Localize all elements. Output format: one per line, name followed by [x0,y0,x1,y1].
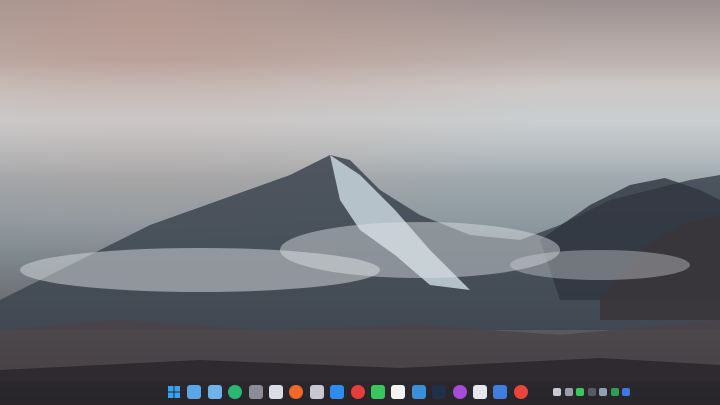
app-purple-icon[interactable] [452,385,467,399]
file-explorer-icon[interactable] [269,385,283,399]
chrome-icon[interactable] [513,385,528,399]
netease-music-icon[interactable] [350,385,365,399]
edge-browser-icon[interactable] [228,385,243,399]
tray-shield-icon[interactable] [599,388,607,396]
tray-dark-icon[interactable] [587,388,596,396]
tray-app-icon[interactable] [553,388,561,396]
tray-green-icon[interactable] [610,388,619,396]
settings-gear-icon[interactable] [248,385,263,399]
mail-icon[interactable] [207,385,222,399]
typora-icon[interactable] [391,385,406,399]
desktop-wallpaper [0,0,720,405]
cloud-icon[interactable] [330,385,345,399]
tray-wechat-icon[interactable] [576,388,584,396]
photoshop-icon[interactable] [432,385,447,399]
tray-monitor-icon[interactable] [564,388,573,396]
notepad-icon[interactable] [309,385,324,399]
desktop-icon[interactable] [187,385,202,399]
wechat-icon[interactable] [371,385,385,399]
vscode-icon[interactable] [411,385,426,399]
firefox-icon[interactable] [289,385,304,399]
app-blue-icon[interactable] [493,385,508,399]
mountain-landscape-image [0,0,720,405]
bluetooth-icon[interactable] [622,388,630,396]
taskbar [0,381,720,405]
windows-start-icon[interactable] [167,385,181,399]
docs-icon[interactable] [473,385,487,399]
